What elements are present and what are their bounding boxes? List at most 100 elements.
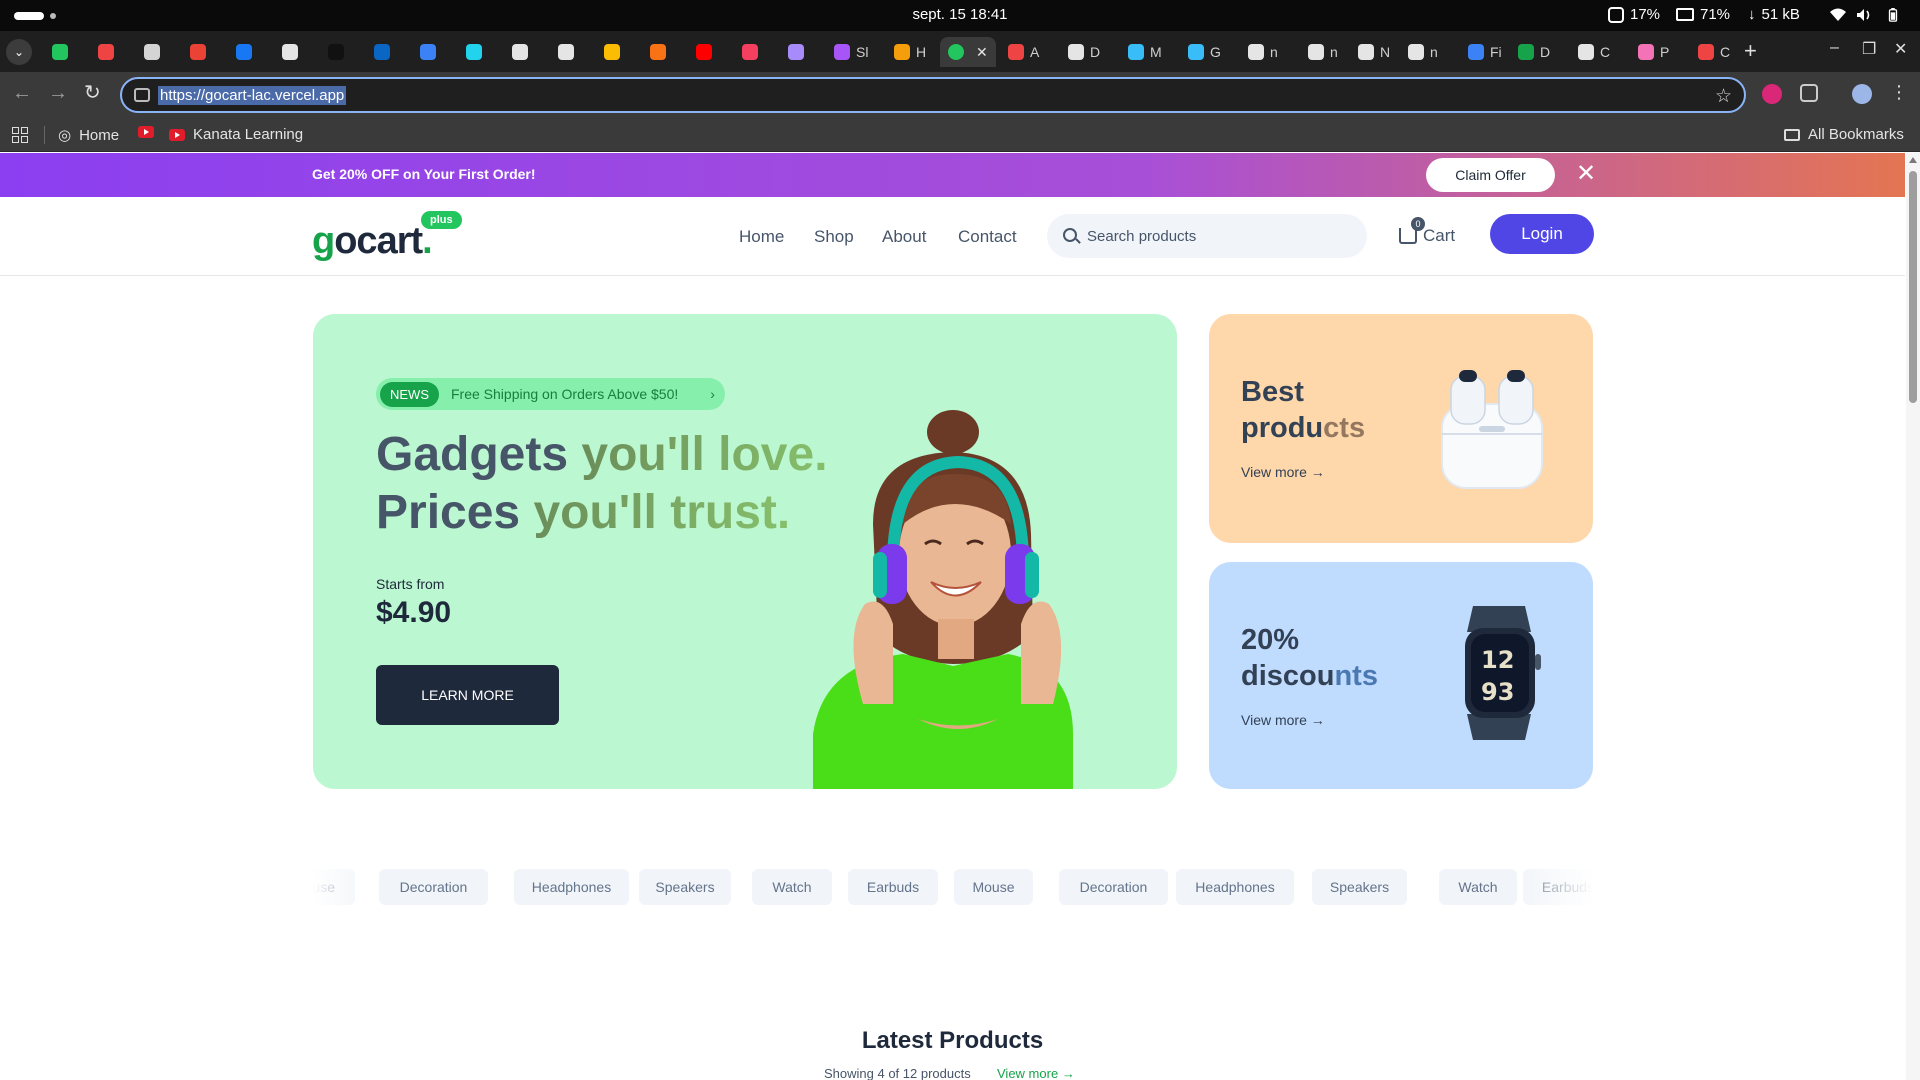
nav-link-about[interactable]: About [882, 227, 926, 247]
browser-tab[interactable] [642, 37, 680, 67]
browser-tab[interactable] [550, 37, 588, 67]
bookmark-home[interactable]: ◎ Home [58, 126, 119, 145]
browser-tab[interactable] [596, 37, 634, 67]
best-products-card[interactable]: Best products View more → [1209, 314, 1593, 543]
browser-tab[interactable]: n [1400, 37, 1446, 67]
browser-tab[interactable]: G [1180, 37, 1229, 67]
tab-favicon-icon [1128, 44, 1144, 60]
category-chip[interactable]: Decoration [379, 869, 488, 905]
arrow-right-icon: → [1061, 1066, 1075, 1080]
page-scrollbar[interactable] [1906, 153, 1920, 1080]
smartwatch-image: 12 93 [1465, 606, 1541, 740]
new-tab-plus-icon[interactable]: + [1744, 38, 1757, 64]
forward-arrow-icon[interactable]: → [48, 83, 68, 103]
extensions-puzzle-icon[interactable] [1800, 84, 1818, 102]
address-bar[interactable]: https://gocart-lac.vercel.app ☆ [120, 77, 1746, 113]
browser-tab[interactable] [274, 37, 312, 67]
category-chip[interactable]: Mouse [954, 869, 1033, 905]
battery-icon[interactable] [1888, 8, 1898, 22]
memory-indicator[interactable]: 71% [1676, 6, 1730, 23]
browser-tab[interactable] [504, 37, 542, 67]
category-chip[interactable]: Earbuds [848, 869, 938, 905]
all-bookmarks-button[interactable]: All Bookmarks [1784, 126, 1904, 143]
nav-link-home[interactable]: Home [739, 227, 784, 247]
address-url[interactable]: https://gocart-lac.vercel.app [158, 86, 347, 105]
browser-tab[interactable] [780, 37, 818, 67]
volume-icon[interactable] [1856, 8, 1872, 22]
category-chip[interactable]: Watch [1439, 869, 1517, 905]
category-chip[interactable]: Watch [752, 869, 832, 905]
browser-tab[interactable]: M [1120, 37, 1170, 67]
browser-tab[interactable] [136, 37, 174, 67]
scrollbar-thumb[interactable] [1909, 171, 1917, 403]
discounts-view-more-link[interactable]: View more → [1241, 712, 1325, 728]
browser-tab[interactable]: Fi [1460, 37, 1510, 67]
news-tag: NEWS [380, 381, 439, 407]
best-products-view-more-link[interactable]: View more → [1241, 464, 1325, 480]
browser-tab[interactable]: D [1060, 37, 1108, 67]
category-chip[interactable]: Speakers [639, 869, 731, 905]
ublock-extension-icon[interactable] [1762, 84, 1782, 104]
close-tab-icon[interactable]: ✕ [976, 44, 988, 61]
minimize-window-icon[interactable]: – [1830, 39, 1839, 57]
starting-price: $4.90 [376, 596, 452, 629]
wifi-icon[interactable] [1830, 8, 1846, 22]
close-window-icon[interactable]: ✕ [1894, 39, 1907, 59]
latest-view-more-link[interactable]: View more → [997, 1066, 1075, 1080]
browser-tab[interactable]: N [1350, 37, 1398, 67]
browser-tab[interactable]: n [1240, 37, 1286, 67]
category-chip[interactable]: Headphones [1176, 869, 1294, 905]
bookmark-youtube[interactable] [138, 126, 154, 138]
browser-tab[interactable] [734, 37, 772, 67]
bookmark-kanata-learning[interactable]: Kanata Learning [169, 126, 303, 143]
discounts-card[interactable]: 20% discounts View more → 12 93 [1209, 562, 1593, 789]
browser-tab[interactable] [90, 37, 128, 67]
browser-tab[interactable]: P [1630, 37, 1677, 67]
gocart-logo[interactable]: ggocartocart. [312, 220, 433, 263]
apps-grid-icon[interactable] [12, 127, 28, 143]
browser-tab[interactable]: A [1000, 37, 1047, 67]
login-button[interactable]: Login [1490, 214, 1594, 254]
category-chip[interactable]: Speakers [1312, 869, 1407, 905]
browser-tab[interactable] [320, 37, 358, 67]
tab-favicon-icon [696, 44, 712, 60]
browser-menu-kebab-icon[interactable]: ⋮ [1890, 82, 1908, 103]
tab-search-chevron-icon[interactable]: ⌄ [6, 39, 32, 65]
browser-tab[interactable]: Sl [826, 37, 876, 67]
category-chip[interactable]: Headphones [514, 869, 629, 905]
browser-tab[interactable]: C [1690, 37, 1738, 67]
tab-label: A [1030, 44, 1040, 60]
browser-tab[interactable]: H [886, 37, 934, 67]
back-arrow-icon[interactable]: ← [12, 83, 32, 103]
browser-tab[interactable] [44, 37, 82, 67]
reload-icon[interactable]: ↻ [84, 83, 101, 103]
category-chip[interactable]: Decoration [1059, 869, 1168, 905]
tab-favicon-icon [1408, 44, 1424, 60]
browser-tab[interactable]: C [1570, 37, 1618, 67]
bookmark-star-icon[interactable]: ☆ [1715, 85, 1732, 108]
cart-button[interactable]: Cart [1399, 226, 1455, 246]
nav-link-contact[interactable]: Contact [958, 227, 1017, 247]
learn-more-button[interactable]: LEARN MORE [376, 665, 559, 725]
browser-tab[interactable] [458, 37, 496, 67]
scroll-up-arrow-icon[interactable] [1909, 157, 1917, 163]
browser-tab[interactable]: D [1510, 37, 1558, 67]
restore-window-icon[interactable]: ❐ [1862, 39, 1876, 59]
browser-tab[interactable] [688, 37, 726, 67]
network-speed-indicator[interactable]: ↓ 51 kB [1748, 6, 1800, 23]
products-count-text: Showing 4 of 12 products [824, 1066, 971, 1080]
claim-offer-button[interactable]: Claim Offer [1426, 158, 1555, 192]
browser-tab[interactable]: n [1300, 37, 1346, 67]
cpu-indicator[interactable]: 17% [1608, 6, 1660, 23]
site-info-icon[interactable] [134, 88, 150, 102]
profile-avatar[interactable] [1852, 84, 1872, 104]
browser-tab[interactable] [366, 37, 404, 67]
browser-tab[interactable] [182, 37, 220, 67]
search-input[interactable] [1087, 214, 1357, 258]
tab-active-gocart[interactable]: ✕ [940, 37, 996, 67]
nav-link-shop[interactable]: Shop [814, 227, 854, 247]
news-pill[interactable]: NEWS Free Shipping on Orders Above $50! … [376, 378, 725, 410]
browser-tab[interactable] [412, 37, 450, 67]
close-banner-icon[interactable]: ✕ [1576, 160, 1596, 188]
browser-tab[interactable] [228, 37, 266, 67]
